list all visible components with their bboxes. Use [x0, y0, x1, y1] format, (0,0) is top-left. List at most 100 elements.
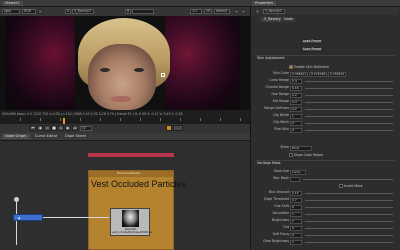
tab-node-graph[interactable]: Node Graph: [2, 134, 30, 139]
invert-mask-row: Invert Mask: [251, 183, 399, 189]
skin-value-field[interactable]: 0.2: [290, 106, 302, 112]
input-b-source[interactable]: [132, 9, 154, 14]
skin-row: Clip Black 0: [251, 120, 399, 126]
mask-value-field[interactable]: 0.15: [290, 190, 302, 196]
node-graph-canvas[interactable]: BackdropNode1 Vest Occluded Particles Re…: [0, 141, 250, 250]
skin-value-field[interactable]: 0.2: [290, 92, 302, 98]
blur-mask-slider[interactable]: [303, 178, 393, 180]
skin-label: Pixel Blur: [274, 127, 289, 131]
skin-slider[interactable]: [305, 80, 393, 82]
skin-row: Clip White 1: [251, 113, 399, 119]
mask-value-field[interactable]: 0: [290, 232, 302, 238]
mask-slider[interactable]: [305, 199, 393, 201]
skin-label: Luma Range: [269, 78, 289, 82]
skin-value-field[interactable]: 0: [290, 127, 302, 133]
zoom-select[interactable]: 1:1: [190, 9, 202, 14]
skin-value-field[interactable]: 0.276338: [309, 71, 327, 77]
mask-value-field[interactable]: 1: [290, 239, 302, 245]
skin-slider[interactable]: [305, 115, 393, 117]
loop-toggle[interactable]: [166, 125, 172, 131]
node-color-icon[interactable]: [255, 8, 260, 14]
stop-button[interactable]: ■: [51, 125, 57, 131]
skin-slider[interactable]: [305, 94, 393, 96]
node-dot[interactable]: [14, 197, 19, 202]
skin-value-field[interactable]: 0.3: [290, 99, 302, 105]
mask-value-field[interactable]: 1: [290, 218, 302, 224]
mask-slider[interactable]: [305, 206, 393, 208]
red-backdrop-bar[interactable]: [88, 153, 174, 157]
skin-value-field[interactable]: 0.259672: [328, 71, 346, 77]
load-preset-button[interactable]: Load Preset: [301, 39, 323, 44]
mask-slider[interactable]: [305, 234, 393, 236]
mask-value-field[interactable]: 0: [290, 204, 302, 210]
skin-slider[interactable]: [305, 108, 393, 110]
channel-layer-select[interactable]: rgba: [2, 9, 20, 14]
save-preset-button[interactable]: Save Preset: [301, 47, 323, 52]
input-a-source[interactable]: 5_Beauty2: [72, 9, 94, 14]
skin-slider[interactable]: [305, 129, 393, 131]
skin-slider[interactable]: [305, 101, 393, 103]
skin-value-field[interactable]: 0.4: [290, 78, 302, 84]
base-use-select[interactable]: Luma: [290, 169, 306, 175]
first-frame-button[interactable]: ⏮: [30, 125, 36, 131]
fps-field[interactable]: [173, 125, 183, 131]
channel-select[interactable]: RGB: [22, 9, 36, 14]
mask-slider[interactable]: [305, 241, 393, 243]
mask-value-field[interactable]: 0: [290, 225, 302, 231]
backdrop-node[interactable]: BackdropNode1 Vest Occluded Particles Re…: [88, 170, 186, 250]
tab-properties[interactable]: Properties: [252, 1, 277, 6]
blur-mask-label: Blur Mask: [273, 176, 289, 180]
tab-dope-sheet[interactable]: Dope Sheet: [62, 134, 89, 139]
skin-value-field[interactable]: 0.358411: [290, 71, 308, 77]
show-label: Show: [280, 145, 289, 149]
input-a-label[interactable]: A: [65, 9, 71, 14]
mask-slider[interactable]: [305, 213, 393, 215]
step-forward-button[interactable]: ▶: [65, 125, 71, 131]
skin-label: Clip White: [272, 113, 289, 117]
mask-slider[interactable]: [305, 192, 393, 194]
frame-field[interactable]: 52: [80, 125, 92, 131]
skin-value-field[interactable]: 0.16: [290, 85, 302, 91]
viewer-settings-icon[interactable]: [234, 9, 239, 14]
merge-node[interactable]: ◆: [13, 214, 43, 221]
last-frame-button[interactable]: ⏭: [72, 125, 78, 131]
mask-label: Blur Amount: [269, 190, 289, 194]
mask-value-field[interactable]: 1: [290, 211, 302, 217]
subtab-node[interactable]: Node: [281, 17, 297, 22]
read-node[interactable]: Read20 vest_occludedParticles.####.exr: [110, 208, 152, 236]
backdrop-title: Vest Occluded Particles: [91, 179, 187, 189]
play-reverse-button[interactable]: ◁: [44, 125, 50, 131]
skin-value-field[interactable]: 0: [290, 120, 302, 126]
lut-select[interactable]: default: [214, 9, 230, 14]
right-eye: [134, 68, 144, 72]
tab-curve-editor[interactable]: Curve Editor: [32, 134, 61, 139]
mask-slider[interactable]: [305, 227, 393, 229]
show-select[interactable]: Final: [290, 145, 312, 151]
blur-mask-row: Blur Mask: [251, 176, 399, 182]
mask-label: Glow Brightness: [263, 239, 289, 243]
node-name-field[interactable]: 5_Beauty2: [263, 8, 285, 14]
input-b-label[interactable]: B: [125, 9, 131, 14]
viewer-canvas[interactable]: [0, 16, 250, 110]
skin-slider[interactable]: [305, 122, 393, 124]
skin-value-field[interactable]: 1: [290, 113, 302, 119]
play-button[interactable]: ▷: [58, 125, 64, 131]
blur-mask-field[interactable]: [290, 176, 300, 182]
skin-label: Chroma Range: [265, 85, 289, 89]
mask-label: Edge Threshold: [264, 197, 289, 201]
step-back-button[interactable]: ◀: [37, 125, 43, 131]
color-helper-checkbox[interactable]: [289, 153, 293, 157]
color-helper-label: Show Color Helper: [294, 152, 324, 157]
skin-slider[interactable]: [305, 87, 393, 89]
enable-skin-row: Enable Skin Detection: [251, 64, 399, 70]
viewer-lock-icon[interactable]: [241, 9, 246, 14]
mask-value-field[interactable]: 0.7: [290, 197, 302, 203]
invert-mask-checkbox[interactable]: [339, 184, 343, 188]
mask-slider[interactable]: [305, 220, 393, 222]
proxy-toggle[interactable]: 2D: [204, 9, 212, 14]
mask-row: Blur Amount 0.15: [251, 190, 399, 196]
enable-skin-checkbox[interactable]: [289, 65, 293, 69]
tab-viewer[interactable]: Viewer1: [2, 1, 23, 6]
invert-mask-label: Invert Mask: [344, 183, 363, 188]
color-swatch[interactable]: [38, 9, 43, 14]
